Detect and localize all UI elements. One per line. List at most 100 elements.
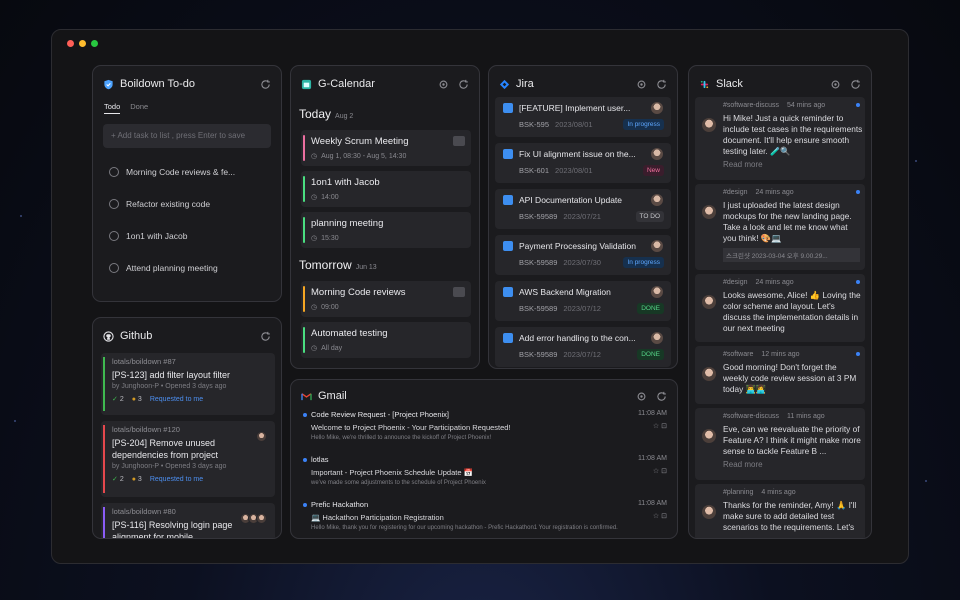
read-more-link[interactable]: Read more	[723, 460, 865, 469]
close-dot[interactable]	[67, 40, 74, 47]
github-title: Github	[120, 330, 153, 342]
status-badge: DONE	[637, 303, 664, 314]
minimize-dot[interactable]	[79, 40, 86, 47]
avatar	[651, 332, 663, 344]
unread-dot	[303, 458, 307, 462]
pull-request[interactable]: lotals/boildown #80 [PS-116] Resolving lo…	[101, 503, 275, 538]
mail-item[interactable]: Code Review Request - [Project Phoenix] W…	[297, 407, 671, 447]
event-card[interactable]: planning meeting ◷ 15:30	[301, 212, 471, 248]
refresh-icon[interactable]	[260, 331, 271, 342]
slack-message[interactable]: #planning 4 mins ago Thanks for the remind…	[695, 484, 865, 538]
slack-title: Slack	[716, 78, 743, 90]
refresh-icon[interactable]	[260, 79, 271, 90]
slack-message[interactable]: #design 24 mins ago I just uploaded the la…	[695, 184, 865, 270]
slack-message[interactable]: #software-discuss 11 mins ago Eve, can we …	[695, 408, 865, 480]
unread-dot	[303, 413, 307, 417]
task-icon	[503, 149, 513, 159]
maximize-dot[interactable]	[91, 40, 98, 47]
tomorrow-heading: Tomorrow Jun 13	[299, 258, 377, 272]
todo-panel: Boildown To-do Todo Done + Add task to l…	[92, 65, 282, 302]
task-icon	[503, 333, 513, 343]
gmail-title: Gmail	[318, 390, 347, 402]
refresh-icon[interactable]	[850, 79, 861, 90]
unread-dot	[303, 503, 307, 507]
event-card[interactable]: Morning Code reviews ◷ 09:00	[301, 281, 471, 317]
slack-message[interactable]: #software 12 mins ago Good morning! Don't …	[695, 346, 865, 404]
checkbox-icon[interactable]	[109, 167, 119, 177]
todo-item-label: 1on1 with Jacob	[126, 231, 188, 241]
reviewer-avatars	[256, 431, 267, 442]
pending-icon: ●	[131, 475, 136, 483]
tab-done[interactable]: Done	[130, 102, 148, 114]
add-task-input[interactable]: + Add task to list , press Enter to save	[103, 124, 271, 148]
event-card[interactable]: 1on1 with Jacob ◷ 14:00	[301, 171, 471, 207]
jira-issue[interactable]: Fix UI alignment issue on the... BSK-601 2…	[495, 143, 671, 183]
gear-icon[interactable]	[636, 79, 647, 90]
pending-icon: ●	[131, 395, 136, 403]
github-panel: Github lotals/boildown #87 [PS-123] add f…	[92, 317, 282, 539]
gmail-panel: Gmail Code Review Request - [Project Pho…	[290, 379, 678, 539]
refresh-icon[interactable]	[458, 79, 469, 90]
todo-item-label: Refactor existing code	[126, 199, 211, 209]
status-badge: In progress	[623, 119, 664, 130]
mail-item[interactable]: lotlas Important - Project Phoenix Schedu…	[297, 452, 671, 492]
refresh-icon[interactable]	[656, 79, 667, 90]
checkbox-icon[interactable]	[109, 199, 119, 209]
status-badge: In progress	[623, 257, 664, 268]
github-icon	[103, 330, 114, 342]
star-icon[interactable]: ☆ ⊡	[653, 422, 667, 430]
video-icon	[453, 136, 465, 146]
unread-dot	[856, 280, 860, 284]
avatar	[651, 102, 663, 114]
todo-item[interactable]: Attend planning meeting	[109, 263, 218, 273]
slack-message[interactable]: #design 24 mins ago Looks awesome, Alice! …	[695, 274, 865, 342]
calendar-panel: G-Calendar Today Aug 2 Weekly Scrum Meeti…	[290, 65, 480, 369]
jira-issue[interactable]: AWS Backend Migration BSK-59589 2023/07/12…	[495, 281, 671, 321]
jira-issue[interactable]: [FEATURE] Implement user... BSK-595 2023/0…	[495, 97, 671, 137]
read-more-link[interactable]: Read more	[723, 160, 865, 169]
reviewer-avatars	[240, 513, 267, 524]
clock-icon: ◷	[311, 345, 318, 352]
unread-dot	[856, 103, 860, 107]
event-card[interactable]: Weekly Scrum Meeting ◷ Aug 1, 08:30 - Aug …	[301, 130, 471, 166]
avatar	[702, 367, 716, 381]
checkbox-icon[interactable]	[109, 231, 119, 241]
mail-item[interactable]: Prefic Hackathon 💻 Hackathon Participatio…	[297, 497, 671, 537]
status-badge: DONE	[637, 349, 664, 360]
jira-issue[interactable]: API Documentation Update BSK-59589 2023/07…	[495, 189, 671, 229]
slack-icon	[699, 79, 710, 90]
clock-icon: ◷	[311, 194, 318, 201]
avatar	[702, 295, 716, 309]
check-icon: ✓	[112, 476, 118, 483]
unread-dot	[856, 352, 860, 356]
slack-message[interactable]: #software-discuss 54 mins ago Hi Mike! Jus…	[695, 97, 865, 180]
todo-item[interactable]: 1on1 with Jacob	[109, 231, 187, 241]
gear-icon[interactable]	[438, 79, 449, 90]
gear-icon[interactable]	[636, 391, 647, 402]
jira-icon	[499, 79, 510, 90]
tab-todo[interactable]: Todo	[104, 102, 121, 114]
status-badge: TO DO	[635, 211, 664, 222]
jira-issue[interactable]: Payment Processing Validation BSK-59589 20…	[495, 235, 671, 275]
gear-icon[interactable]	[830, 79, 841, 90]
task-icon	[503, 195, 513, 205]
slack-panel: Slack #software-discuss 54 mins ago Hi Mik…	[688, 65, 872, 539]
avatar	[651, 286, 663, 298]
jira-issue[interactable]: Add error handling to the con... BSK-5958…	[495, 327, 671, 367]
pull-request[interactable]: lotals/boildown #87 [PS-123] add filter l…	[101, 353, 275, 415]
checkbox-icon[interactable]	[109, 263, 119, 273]
star-icon[interactable]: ☆ ⊡	[653, 512, 667, 520]
avatar	[702, 505, 716, 519]
todo-item-label: Morning Code reviews & fe...	[126, 167, 236, 177]
clock-icon: ◷	[311, 235, 318, 242]
todo-item[interactable]: Morning Code reviews & fe...	[109, 167, 235, 177]
status-badge: New	[642, 165, 664, 176]
todo-tabs: Todo Done	[104, 102, 148, 114]
pull-request[interactable]: lotals/boildown #120 [PS-204] Remove unus…	[101, 421, 275, 497]
file-attachment[interactable]: 스크린샷 2023-03-04 오후 9.00.29...	[723, 248, 860, 262]
task-icon	[503, 103, 513, 113]
todo-item[interactable]: Refactor existing code	[109, 199, 210, 209]
event-card[interactable]: Automated testing ◷ All day	[301, 322, 471, 358]
refresh-icon[interactable]	[656, 391, 667, 402]
star-icon[interactable]: ☆ ⊡	[653, 467, 667, 475]
